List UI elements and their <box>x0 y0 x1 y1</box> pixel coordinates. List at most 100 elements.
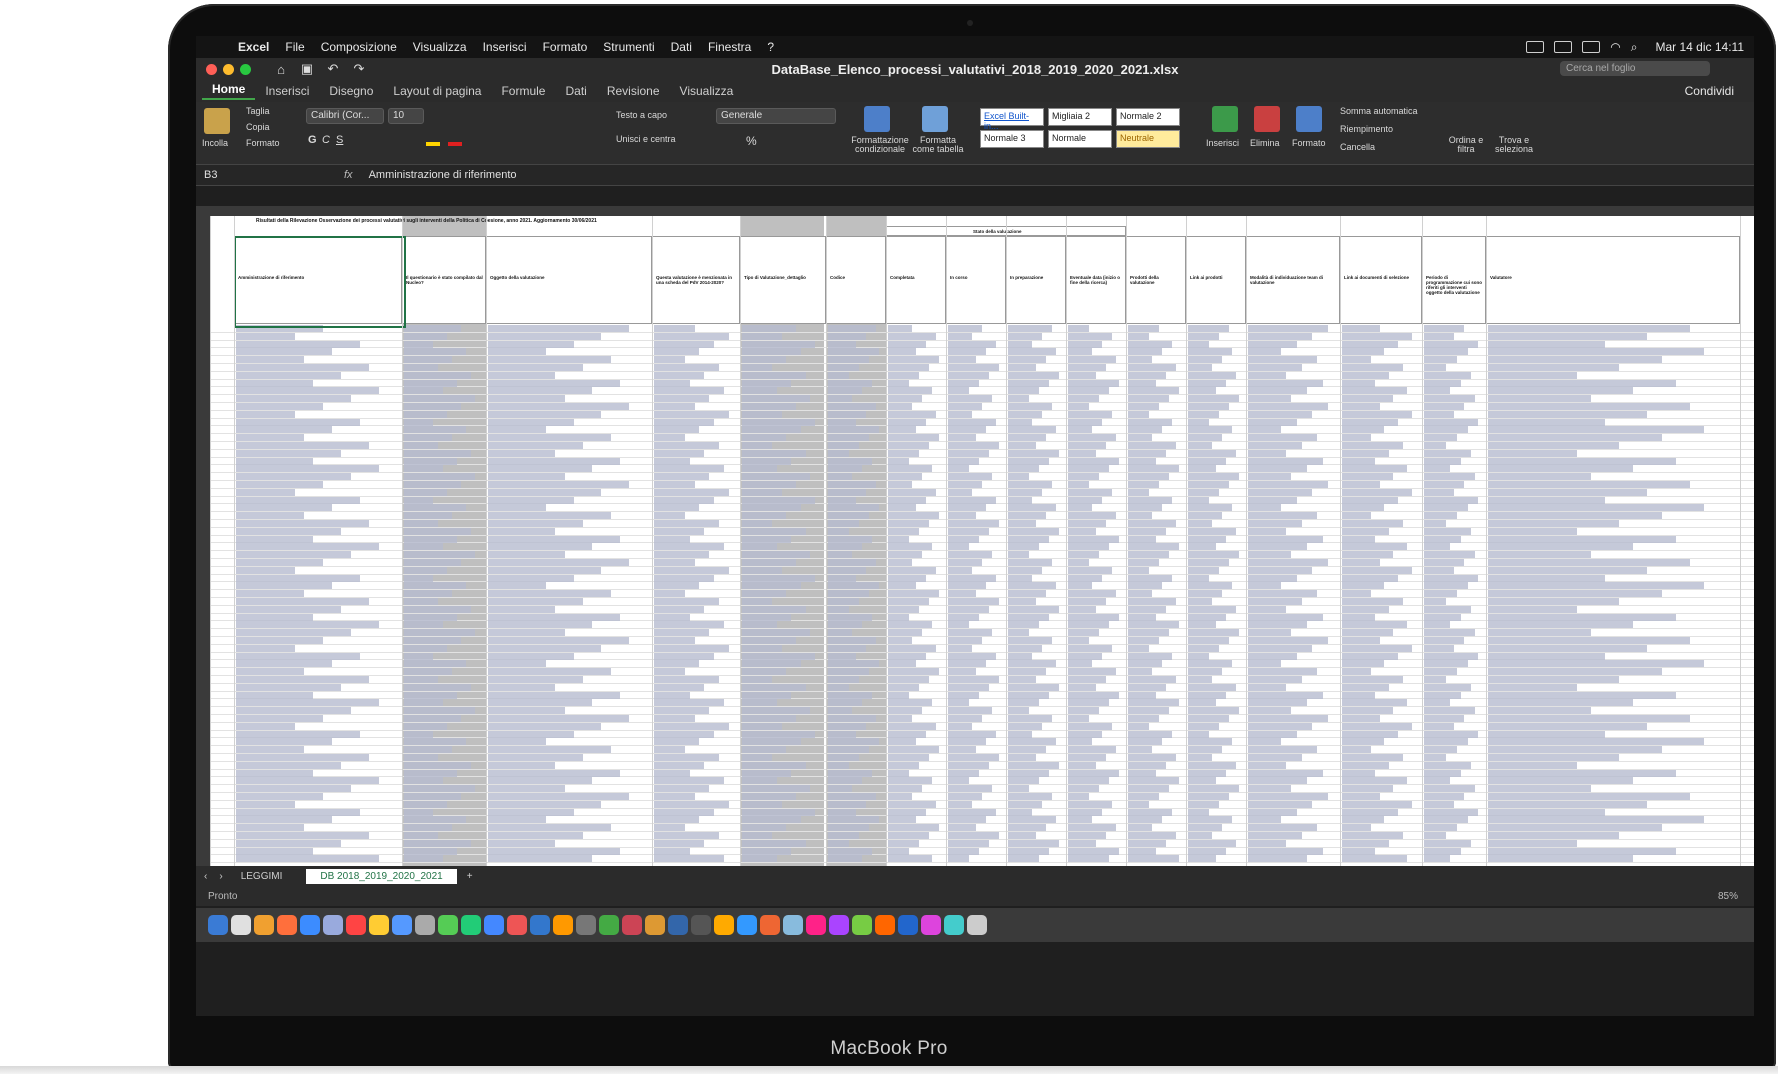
format-painter-button[interactable]: Formato <box>246 138 280 148</box>
column-header-cell[interactable]: Valutatore <box>1486 236 1740 324</box>
dock-app-icon[interactable] <box>576 915 596 935</box>
sheet-tab-leggimi[interactable]: LEGGIMI <box>227 869 297 884</box>
row-headers[interactable] <box>196 216 210 866</box>
style-normale-3[interactable]: Normale 3 <box>980 130 1044 148</box>
column-header-cell[interactable]: Completata <box>886 236 946 324</box>
column-header-cell[interactable]: Prodotti della valutazione <box>1126 236 1186 324</box>
status-icon[interactable] <box>1582 41 1601 53</box>
dock-app-icon[interactable] <box>346 915 366 935</box>
dock-app-icon[interactable] <box>944 915 964 935</box>
autosum-button[interactable]: Somma automatica <box>1340 106 1418 116</box>
style-normale[interactable]: Normale <box>1048 130 1112 148</box>
redo-icon[interactable]: ↷ <box>349 61 369 77</box>
dock-app-icon[interactable] <box>875 915 895 935</box>
tab-dati[interactable]: Dati <box>555 84 596 98</box>
wrap-text-button[interactable]: Testo a capo <box>616 110 667 120</box>
dock-app-icon[interactable] <box>829 915 849 935</box>
dock-app-icon[interactable] <box>323 915 343 935</box>
insert-cells-label[interactable]: Inserisci <box>1206 138 1239 148</box>
tab-visualizza[interactable]: Visualizza <box>670 84 744 98</box>
column-header-cell[interactable]: Periodo di programmazione cui sono rifer… <box>1422 236 1486 324</box>
font-color-icon[interactable] <box>448 142 462 146</box>
style-migliaia-2[interactable]: Migliaia 2 <box>1048 108 1112 126</box>
tab-disegno[interactable]: Disegno <box>319 84 383 98</box>
sheet-search-input[interactable]: Cerca nel foglio <box>1560 61 1710 76</box>
dock-app-icon[interactable] <box>231 915 251 935</box>
menu-composizione[interactable]: Composizione <box>321 40 397 54</box>
status-icon[interactable] <box>1554 41 1573 53</box>
dock-app-icon[interactable] <box>277 915 297 935</box>
tab-formule[interactable]: Formule <box>491 84 555 98</box>
dock-app-icon[interactable] <box>415 915 435 935</box>
tab-home[interactable]: Home <box>202 82 256 100</box>
delete-cells-icon[interactable] <box>1254 106 1280 132</box>
column-header-cell[interactable]: Tipo di Valutazione_dettaglio <box>740 236 826 324</box>
save-icon[interactable]: ▣ <box>297 61 317 77</box>
dock-app-icon[interactable] <box>530 915 550 935</box>
dock-app-icon[interactable] <box>622 915 642 935</box>
dock-app-icon[interactable] <box>967 915 987 935</box>
menu-dati[interactable]: Dati <box>671 40 692 54</box>
insert-cells-icon[interactable] <box>1212 106 1238 132</box>
search-icon[interactable]: ⌕ <box>1631 40 1638 55</box>
conditional-formatting-label[interactable]: Formattazione condizionale <box>850 136 910 154</box>
close-icon[interactable] <box>206 63 217 75</box>
column-header-cell[interactable]: Eventuale data (inizio o fine della rice… <box>1066 236 1126 324</box>
dock-app-icon[interactable] <box>691 915 711 935</box>
dock-app-icon[interactable] <box>369 915 389 935</box>
dock-app-icon[interactable] <box>507 915 527 935</box>
status-icon[interactable] <box>1526 41 1545 53</box>
home-icon[interactable]: ⌂ <box>271 62 291 77</box>
style-neutrale[interactable]: Neutrale <box>1116 130 1180 148</box>
dock-app-icon[interactable] <box>438 915 458 935</box>
cut-button[interactable]: Taglia <box>246 106 270 116</box>
style-excel-builtin[interactable]: Excel Built-in... <box>980 108 1044 131</box>
maximize-icon[interactable] <box>240 63 251 75</box>
column-header-cell[interactable]: Questa valutazione è menzionata in una s… <box>652 236 740 324</box>
menubar-clock[interactable]: Mar 14 dic 14:11 <box>1656 40 1745 54</box>
menu-formato[interactable]: Formato <box>543 40 588 54</box>
dock-app-icon[interactable] <box>921 915 941 935</box>
fill-button[interactable]: Riempimento <box>1340 124 1393 134</box>
add-sheet-icon[interactable]: + <box>457 871 483 882</box>
number-format-select[interactable]: Generale <box>716 108 836 124</box>
column-header-cell[interactable]: Link ai prodotti <box>1186 236 1246 324</box>
menu-app-excel[interactable]: Excel <box>238 40 269 54</box>
undo-icon[interactable]: ↶ <box>323 61 343 77</box>
conditional-formatting-icon[interactable] <box>864 106 890 132</box>
copy-button[interactable]: Copia <box>246 122 270 132</box>
share-button[interactable]: Condividi <box>1685 84 1734 98</box>
merge-center-button[interactable]: Unisci e centra <box>616 134 676 144</box>
highlight-color-icon[interactable] <box>426 142 440 146</box>
dock-app-icon[interactable] <box>898 915 918 935</box>
column-header-cell[interactable]: In preparazione <box>1006 236 1066 324</box>
wifi-icon[interactable]: ◠ <box>1610 40 1620 54</box>
tab-layout[interactable]: Layout di pagina <box>383 84 491 98</box>
selected-cell[interactable] <box>234 236 406 328</box>
dock-app-icon[interactable] <box>392 915 412 935</box>
bold-icon[interactable]: G <box>308 134 317 146</box>
next-sheet-icon[interactable]: › <box>215 871 226 882</box>
name-box[interactable]: B3 <box>196 169 264 181</box>
dock-app-icon[interactable] <box>714 915 734 935</box>
column-header-cell[interactable]: In corso <box>946 236 1006 324</box>
find-select-button[interactable]: Trova e seleziona <box>1492 136 1536 154</box>
sort-filter-button[interactable]: Ordina e filtra <box>1446 136 1486 154</box>
column-header-cell[interactable]: Codice <box>826 236 886 324</box>
dock-app-icon[interactable] <box>806 915 826 935</box>
dock-app-icon[interactable] <box>852 915 872 935</box>
dock-app-icon[interactable] <box>553 915 573 935</box>
menu-finestra[interactable]: Finestra <box>708 40 751 54</box>
format-cells-icon[interactable] <box>1296 106 1322 132</box>
fx-icon[interactable]: fx <box>344 169 353 181</box>
paste-label[interactable]: Incolla <box>202 138 228 148</box>
format-cells-label[interactable]: Formato <box>1292 138 1326 148</box>
dock-app-icon[interactable] <box>645 915 665 935</box>
prev-sheet-icon[interactable]: ‹ <box>196 871 215 882</box>
formula-input[interactable]: Amministrazione di riferimento <box>369 169 517 181</box>
minimize-icon[interactable] <box>223 63 234 75</box>
format-as-table-icon[interactable] <box>922 106 948 132</box>
menu-strumenti[interactable]: Strumenti <box>603 40 654 54</box>
tab-inserisci[interactable]: Inserisci <box>255 84 319 98</box>
menu-file[interactable]: File <box>285 40 304 54</box>
